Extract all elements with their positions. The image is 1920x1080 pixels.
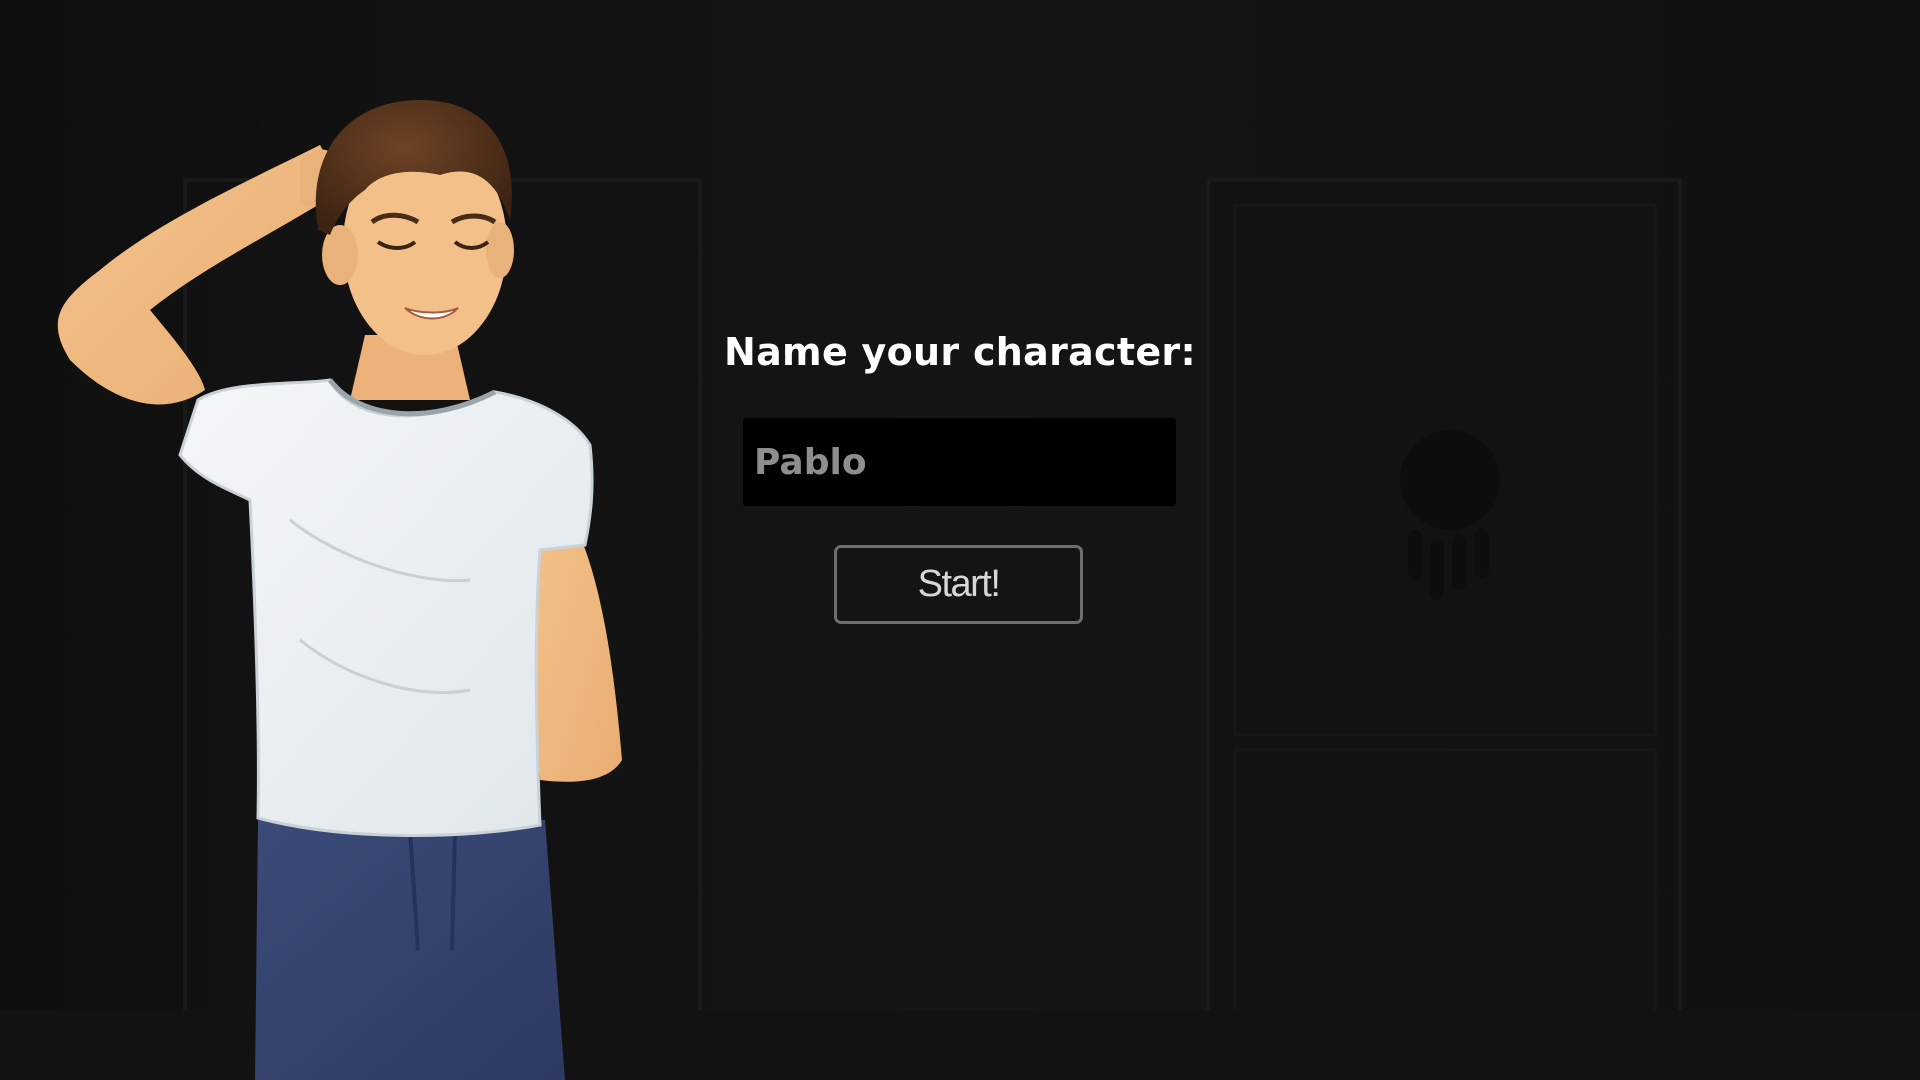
prompt-heading: Name your character: [724, 330, 1196, 374]
background-scene [0, 0, 1920, 1080]
character-name-input[interactable] [743, 418, 1176, 506]
start-button-label: Start! [917, 563, 1001, 605]
right-door [1206, 178, 1682, 1080]
start-button[interactable]: Start! [834, 545, 1083, 624]
